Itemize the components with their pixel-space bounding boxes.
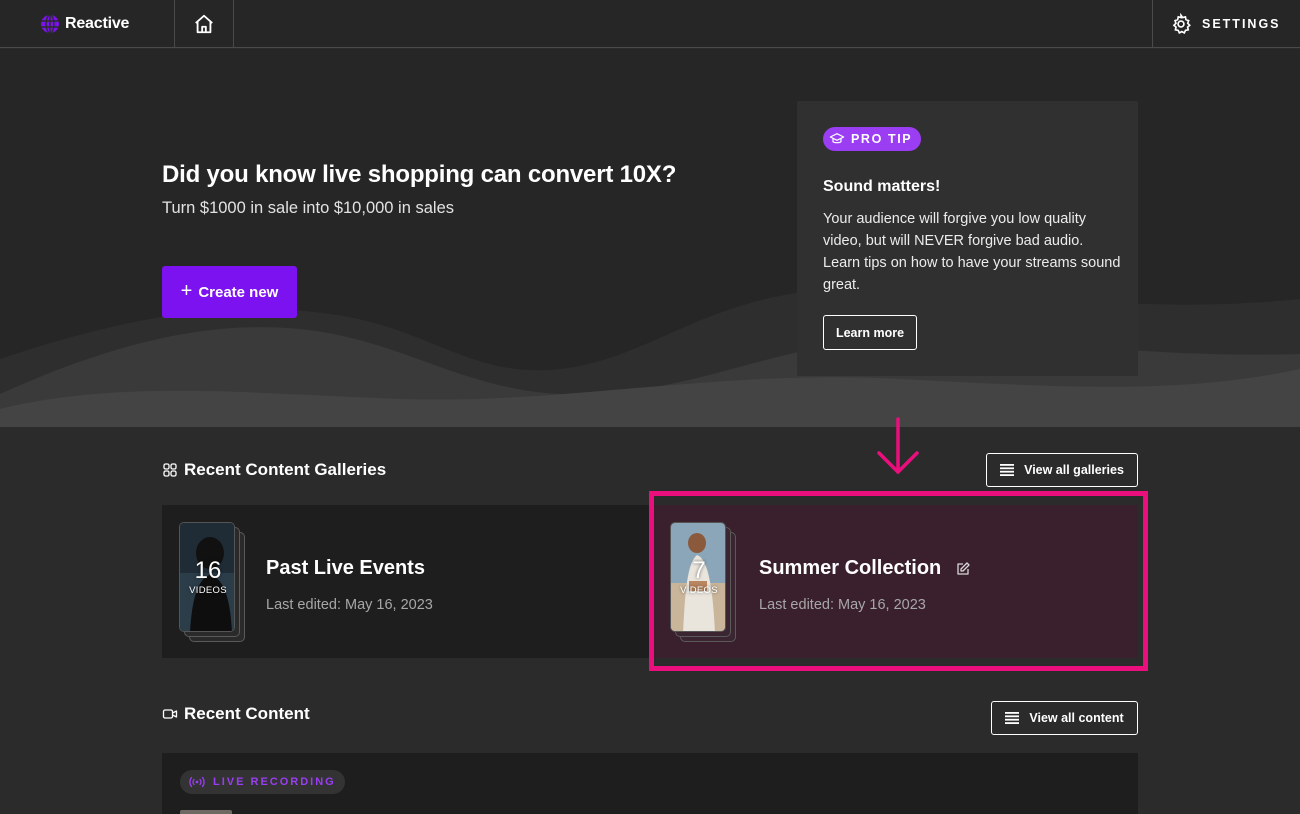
galleries-heading-label: Recent Content Galleries: [184, 460, 387, 479]
highlight-frame: [649, 491, 1148, 671]
settings-button[interactable]: SETTINGS: [1152, 0, 1300, 48]
arrow-down-icon: [876, 417, 920, 482]
brand[interactable]: Reactive: [40, 0, 129, 48]
settings-label: SETTINGS: [1202, 17, 1281, 31]
grid-icon: [163, 463, 177, 477]
live-recording-label: LIVE RECORDING: [213, 776, 336, 788]
hero-banner: Did you know live shopping can convert 1…: [0, 49, 1300, 427]
video-count: 16: [194, 557, 222, 584]
galleries-heading: Recent Content Galleries: [162, 460, 386, 480]
view-all-content-label: View all content: [1029, 711, 1124, 725]
hero-subtitle: Turn $1000 in sale into $10,000 in sales: [162, 199, 455, 217]
list-icon: [1000, 464, 1015, 476]
create-new-button[interactable]: + Create new: [162, 266, 297, 318]
live-recording-badge: LIVE RECORDING: [180, 770, 345, 794]
recent-content-heading-label: Recent Content: [184, 704, 310, 723]
plus-icon: +: [180, 279, 193, 302]
graduation-cap-icon: [829, 133, 845, 144]
create-new-label: Create new: [198, 283, 279, 301]
view-all-galleries-button[interactable]: View all galleries: [986, 453, 1138, 487]
home-button[interactable]: [174, 0, 234, 48]
gallery-thumbnail: 16 VIDEOS: [179, 522, 235, 632]
top-bar: Reactive SETTINGS: [0, 0, 1300, 48]
pro-tip-badge: PRO TIP: [823, 127, 922, 151]
pro-tip-label: PRO TIP: [851, 132, 913, 146]
brand-name: Reactive: [65, 15, 130, 32]
recent-content-heading: Recent Content: [162, 704, 310, 724]
home-icon: [195, 14, 213, 34]
learn-more-button[interactable]: Learn more: [823, 315, 917, 350]
gear-icon: [1172, 13, 1191, 35]
video-count-label: VIDEOS: [189, 585, 227, 596]
pro-tip-card: PRO TIP Sound matters! Your audience wil…: [797, 101, 1138, 376]
broadcast-icon: [189, 776, 205, 788]
gallery-last-edited: Last edited: May 16, 2023: [266, 597, 433, 613]
view-all-content-button[interactable]: View all content: [991, 701, 1138, 735]
video-camera-icon: [162, 709, 178, 719]
globe-icon: [41, 14, 59, 34]
gallery-title-text: Past Live Events: [266, 557, 425, 579]
list-icon: [1005, 712, 1020, 724]
content-thumbnail: [180, 810, 232, 814]
gallery-thumbnail-stack: 16 VIDEOS: [179, 522, 245, 642]
gallery-title: Past Live Events: [266, 557, 425, 580]
view-all-galleries-label: View all galleries: [1024, 463, 1124, 477]
tip-body: Your audience will forgive you low quali…: [823, 211, 1121, 293]
hero-title: Did you know live shopping can convert 1…: [162, 161, 677, 188]
content-card[interactable]: LIVE RECORDING: [162, 753, 1138, 814]
gallery-card-past-live-events[interactable]: 16 VIDEOS Past Live Events Last edited: …: [162, 505, 649, 658]
tip-title: Sound matters!: [823, 178, 941, 195]
